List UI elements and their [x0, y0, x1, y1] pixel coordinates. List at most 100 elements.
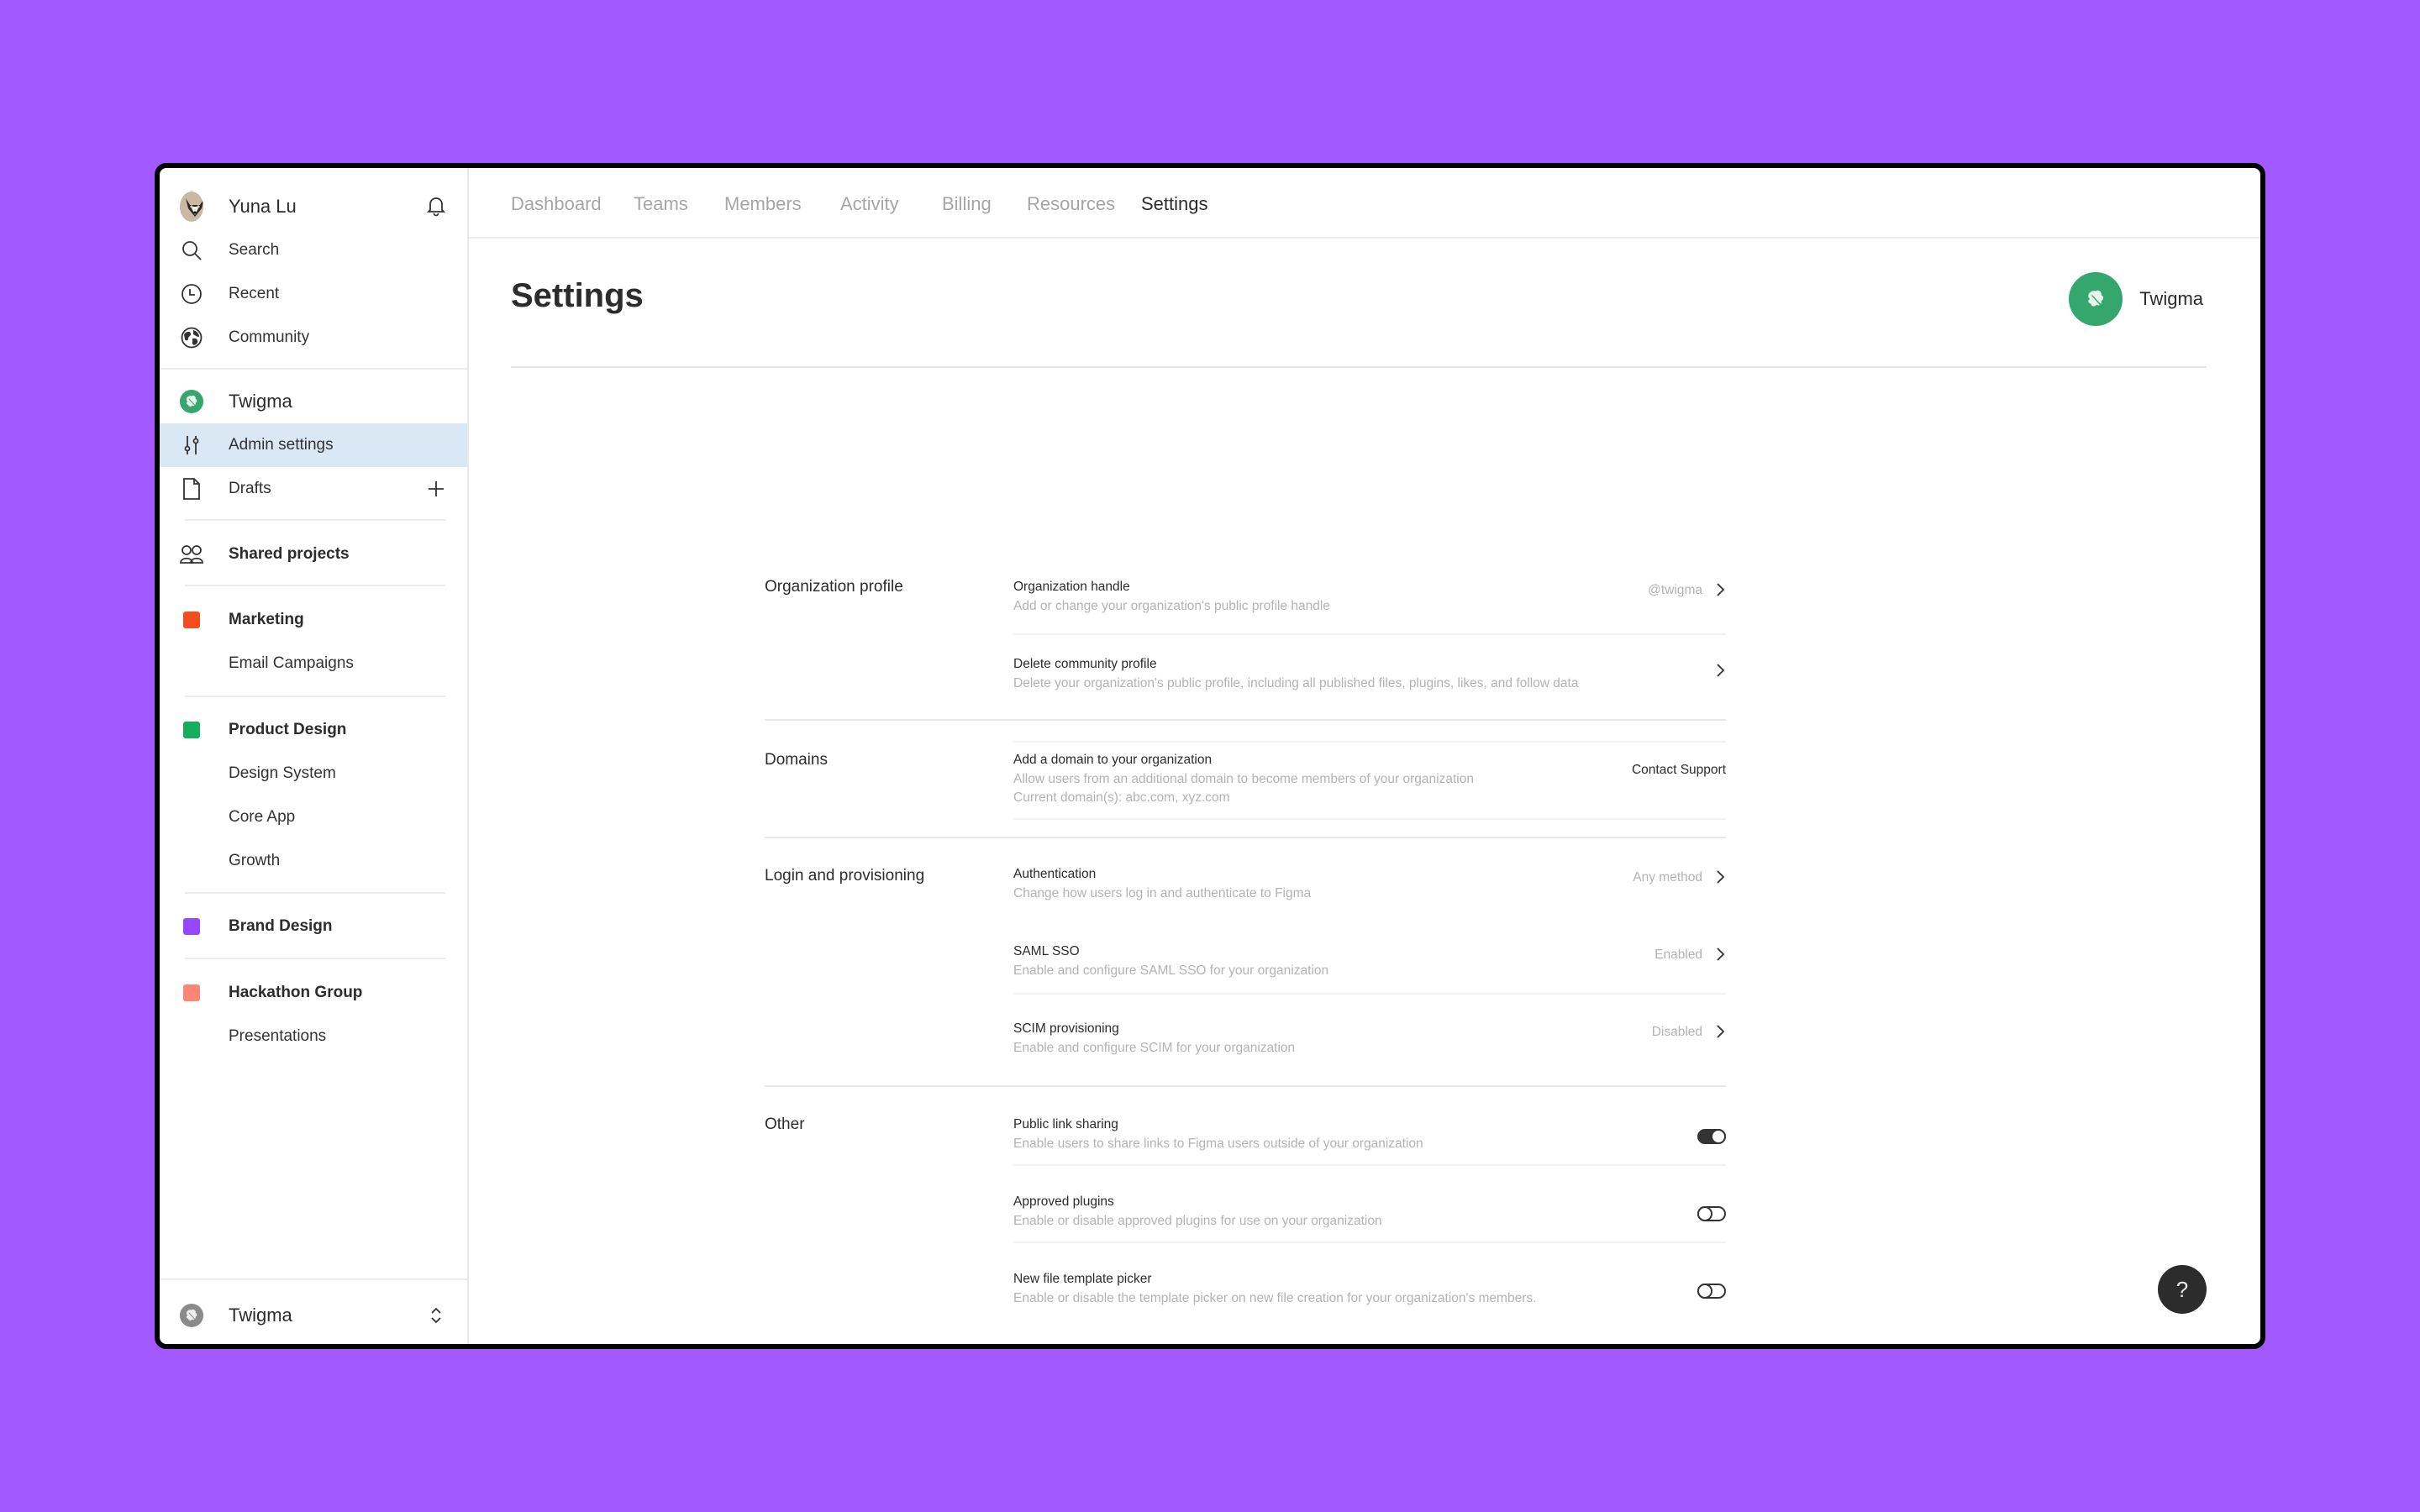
- setting-value: Enabled: [1655, 948, 1702, 962]
- tab-teams[interactable]: Teams: [634, 193, 688, 215]
- setting-title: Organization handle: [1013, 580, 1130, 594]
- org-badge: Twigma: [2069, 272, 2203, 326]
- divider: [185, 892, 445, 894]
- org-logo-muted: [180, 1304, 203, 1327]
- setting-title: Approved plugins: [1013, 1194, 1114, 1209]
- tab-members[interactable]: Members: [724, 193, 802, 215]
- project-name: Presentations: [229, 1027, 327, 1045]
- title-divider: [511, 366, 2207, 368]
- setting-description: Enable and configure SCIM for your organ…: [1013, 1041, 1296, 1055]
- org-logo: [2069, 272, 2123, 326]
- setting-title: Add a domain to your organization: [1013, 753, 1213, 767]
- setting-description: Enable or disable the template picker on…: [1013, 1291, 1537, 1305]
- project-design-system[interactable]: Design System: [160, 752, 467, 795]
- bell-icon[interactable]: [425, 196, 447, 218]
- row-divider: [1013, 993, 1726, 995]
- team-name: Brand Design: [229, 917, 333, 935]
- team-name: Marketing: [229, 611, 304, 628]
- divider: [185, 519, 445, 521]
- team-marketing[interactable]: Marketing: [160, 598, 467, 642]
- app-window: Yuna Lu Search Recent Community Twigma A…: [155, 163, 2265, 1349]
- clock-icon: [180, 282, 203, 306]
- row-divider: [1013, 633, 1726, 635]
- setting-title: Authentication: [1013, 867, 1097, 881]
- setting-value: Disabled: [1651, 1025, 1702, 1039]
- setting-title: Public link sharing: [1013, 1117, 1118, 1131]
- project-presentations[interactable]: Presentations: [160, 1015, 467, 1058]
- team-color-swatch: [180, 981, 203, 1005]
- divider: [185, 696, 445, 697]
- chevron-right-icon: [1717, 664, 1725, 677]
- sidebar-item-label: Admin settings: [229, 436, 334, 454]
- tab-activity[interactable]: Activity: [840, 193, 899, 215]
- sidebar-item-label: Drafts: [229, 480, 271, 497]
- user-profile[interactable]: Yuna Lu: [160, 185, 467, 228]
- sidebar-item-drafts[interactable]: Drafts: [160, 467, 467, 511]
- setting-description: Allow users from an additional domain to…: [1013, 772, 1474, 786]
- sidebar: Yuna Lu Search Recent Community Twigma A…: [160, 168, 469, 1344]
- project-growth[interactable]: Growth: [160, 839, 467, 883]
- project-name: Growth: [229, 852, 281, 869]
- team-product-design[interactable]: Product Design: [160, 708, 467, 752]
- org-name: Twigma: [229, 391, 292, 412]
- row-divider: [1013, 1164, 1726, 1166]
- chevron-up-down-icon[interactable]: [425, 1305, 447, 1326]
- section-label-other: Other: [765, 1116, 805, 1133]
- tab-billing[interactable]: Billing: [942, 193, 992, 215]
- sidebar-item-label: Search: [229, 241, 280, 259]
- chevron-right-icon: [1717, 583, 1725, 596]
- sidebar-item-label: Shared projects: [229, 545, 350, 563]
- setting-title: SAML SSO: [1013, 944, 1080, 958]
- org-name: Twigma: [2139, 288, 2203, 309]
- current-domains: Current domain(s): abc.com, xyz.com: [1013, 790, 1230, 805]
- divider: [185, 585, 445, 586]
- setting-value: Any method: [1633, 870, 1702, 885]
- chevron-right-icon: [1717, 1025, 1725, 1038]
- org-switcher[interactable]: Twigma: [160, 1294, 467, 1337]
- setting-description: Enable users to share links to Figma use…: [1013, 1137, 1423, 1151]
- search-icon: [180, 239, 203, 262]
- sliders-icon: [180, 433, 203, 457]
- approved-plugins-toggle[interactable]: [1697, 1206, 1726, 1221]
- sidebar-item-community[interactable]: Community: [160, 316, 467, 360]
- contact-support-link[interactable]: Contact Support: [1632, 763, 1726, 778]
- sidebar-item-admin-settings[interactable]: Admin settings: [160, 423, 467, 467]
- setting-title: SCIM provisioning: [1013, 1021, 1119, 1036]
- setting-title: New file template picker: [1013, 1272, 1152, 1286]
- user-avatar: [180, 192, 203, 222]
- sidebar-org[interactable]: Twigma: [160, 380, 467, 423]
- setting-description: Delete your organization's public profil…: [1013, 676, 1579, 690]
- sidebar-item-search[interactable]: Search: [160, 228, 467, 272]
- people-icon: [180, 543, 203, 566]
- main-content: Dashboard Teams Members Activity Billing…: [469, 168, 2260, 1344]
- toggle-knob: [1697, 1284, 1712, 1299]
- org-logo: [180, 390, 203, 413]
- team-color-swatch: [180, 718, 203, 742]
- tab-dashboard[interactable]: Dashboard: [511, 193, 602, 215]
- setting-value: @twigma: [1648, 583, 1702, 597]
- help-button[interactable]: ?: [2158, 1265, 2207, 1314]
- template-picker-toggle[interactable]: [1697, 1284, 1726, 1299]
- project-name: Email Campaigns: [229, 654, 354, 672]
- team-name: Product Design: [229, 721, 347, 738]
- public-link-sharing-toggle[interactable]: [1697, 1129, 1726, 1144]
- team-hackathon-group[interactable]: Hackathon Group: [160, 971, 467, 1015]
- toggle-knob: [1711, 1129, 1726, 1144]
- divider: [160, 1278, 467, 1280]
- project-name: Core App: [229, 808, 296, 826]
- file-icon: [180, 477, 203, 501]
- setting-title: Delete community profile: [1013, 657, 1157, 671]
- plus-icon[interactable]: [425, 478, 447, 500]
- divider: [185, 958, 445, 959]
- sidebar-item-label: Recent: [229, 285, 280, 302]
- row-divider: [1013, 741, 1726, 743]
- toggle-knob: [1697, 1206, 1712, 1221]
- project-core-app[interactable]: Core App: [160, 795, 467, 839]
- sidebar-item-recent[interactable]: Recent: [160, 272, 467, 316]
- tab-settings[interactable]: Settings: [1141, 193, 1208, 215]
- tab-resources[interactable]: Resources: [1027, 193, 1115, 215]
- team-brand-design[interactable]: Brand Design: [160, 905, 467, 948]
- section-label-login-provisioning: Login and provisioning: [765, 867, 925, 885]
- sidebar-item-shared-projects[interactable]: Shared projects: [160, 533, 467, 576]
- project-email-campaigns[interactable]: Email Campaigns: [160, 642, 467, 685]
